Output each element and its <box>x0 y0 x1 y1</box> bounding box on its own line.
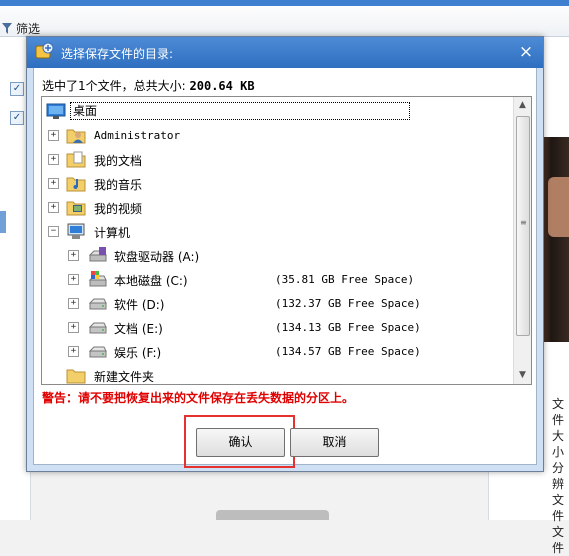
free-space-text: (35.81 GB Free Space) <box>275 273 415 286</box>
info-label: 大小 <box>552 429 565 459</box>
row-checkbox[interactable]: ✓ <box>10 111 24 125</box>
dialog-title: 选择保存文件的目录: <box>61 47 174 61</box>
tree-item-label: 我的音乐 <box>94 178 143 192</box>
close-button[interactable]: × <box>517 43 535 61</box>
tree-item-label: 桌面 <box>70 102 410 120</box>
tree-item-label: 文档 (E:) <box>114 322 163 336</box>
filter-label: 筛选 <box>16 22 41 36</box>
tree-vertical-scrollbar[interactable]: ▲ ≡ ▼ <box>513 97 531 384</box>
expand-icon[interactable]: + <box>68 346 79 357</box>
info-label: 分辨 <box>552 461 565 491</box>
confirm-button[interactable]: 确认 <box>196 428 285 457</box>
info-label: 文件 <box>552 525 565 555</box>
free-space-text: (132.37 GB Free Space) <box>275 297 421 310</box>
directory-tree[interactable]: 桌面 + Administrator + 我的文档 + 我的音乐 + 我的视频 … <box>41 96 532 385</box>
info-label: 文件 <box>552 397 565 427</box>
tree-item-drive-c[interactable]: + 本地磁盘 (C:) (35.81 GB Free Space) <box>42 267 512 291</box>
scroll-down-icon[interactable]: ▼ <box>514 367 531 384</box>
preview-image <box>540 137 569 342</box>
app-toolbar: 筛选 <box>0 6 569 37</box>
desktop-icon <box>46 103 66 119</box>
cancel-button[interactable]: 取消 <box>290 428 379 457</box>
collapse-icon[interactable]: − <box>48 226 59 237</box>
selection-marker <box>0 211 6 233</box>
selection-summary: 选中了1个文件，总共大小: 200.64 KB <box>42 77 255 94</box>
tree-item-computer[interactable]: − 计算机 <box>42 219 512 243</box>
expand-icon[interactable]: + <box>68 298 79 309</box>
music-folder-icon <box>66 177 86 192</box>
tree-item-my-music[interactable]: + 我的音乐 <box>42 171 512 195</box>
scroll-up-icon[interactable]: ▲ <box>514 97 531 114</box>
warning-message: 警告：请不要把恢复出来的文件保存在丢失数据的分区上。 <box>42 391 355 405</box>
tree-item-administrator[interactable]: + Administrator <box>42 123 512 147</box>
expand-icon[interactable]: + <box>48 202 59 213</box>
tree-item-label: 新建文件夹 <box>94 370 155 384</box>
expand-icon[interactable]: + <box>68 250 79 261</box>
tree-item-drive-e[interactable]: + 文档 (E:) (134.13 GB Free Space) <box>42 315 512 339</box>
user-folder-icon <box>66 129 86 144</box>
expand-icon[interactable]: + <box>68 322 79 333</box>
horizontal-scrollbar[interactable] <box>216 510 329 520</box>
tree-item-drive-d[interactable]: + 软件 (D:) (132.37 GB Free Space) <box>42 291 512 315</box>
tree-item-label: 我的文档 <box>94 154 143 168</box>
hard-drive-icon <box>88 298 107 310</box>
documents-folder-icon <box>66 151 86 168</box>
save-directory-dialog: 选择保存文件的目录: × 选中了1个文件，总共大小: 200.64 KB 桌面 … <box>26 36 544 472</box>
dialog-body: 选中了1个文件，总共大小: 200.64 KB 桌面 + Administrat… <box>33 68 537 468</box>
tree-item-desktop[interactable]: 桌面 <box>42 99 512 123</box>
expand-icon[interactable]: + <box>48 178 59 189</box>
tree-item-label: 娱乐 (F:) <box>114 346 162 360</box>
scroll-thumb[interactable]: ≡ <box>516 116 530 336</box>
floppy-drive-icon <box>88 247 107 262</box>
filter-icon <box>2 23 12 34</box>
row-checkbox[interactable]: ✓ <box>10 82 24 96</box>
free-space-text: (134.57 GB Free Space) <box>275 345 421 358</box>
expand-icon[interactable]: + <box>48 130 59 141</box>
summary-text: 个文件，总共大小: <box>85 79 186 93</box>
summary-prefix: 选中了 <box>42 79 79 93</box>
video-folder-icon <box>66 201 86 216</box>
tree-item-label: 本地磁盘 (C:) <box>114 274 188 288</box>
tree-item-my-documents[interactable]: + 我的文档 <box>42 147 512 171</box>
tree-item-label: 我的视频 <box>94 202 143 216</box>
tree-item-new-folder[interactable]: 新建文件夹 <box>42 363 512 384</box>
info-label: 文件 <box>552 493 565 523</box>
folder-icon <box>66 369 86 384</box>
hard-drive-icon <box>88 346 107 358</box>
tree-item-label: 软件 (D:) <box>114 298 165 312</box>
filter-button[interactable]: 筛选 <box>2 20 40 37</box>
dialog-title-bar[interactable]: 选择保存文件的目录: × <box>27 37 543 68</box>
computer-icon <box>67 223 85 239</box>
expand-icon[interactable]: + <box>48 154 59 165</box>
tree-item-label: 计算机 <box>94 226 131 240</box>
tree-item-drive-f[interactable]: + 娱乐 (F:) (134.57 GB Free Space) <box>42 339 512 363</box>
hard-drive-icon <box>88 322 107 334</box>
recovery-app-icon <box>35 42 54 59</box>
summary-count: 1 <box>78 79 86 93</box>
free-space-text: (134.13 GB Free Space) <box>275 321 421 334</box>
system-drive-icon <box>88 271 107 287</box>
tree-item-label: 软盘驱动器 (A:) <box>114 250 200 264</box>
tree-item-drive-a[interactable]: + 软盘驱动器 (A:) <box>42 243 512 267</box>
expand-icon[interactable]: + <box>68 274 79 285</box>
tree-item-label: Administrator <box>94 129 181 142</box>
tree-item-my-videos[interactable]: + 我的视频 <box>42 195 512 219</box>
summary-size: 200.64 KB <box>189 79 255 93</box>
file-info-labels: 文件 大小 分辨 文件 文件 <box>552 396 569 556</box>
